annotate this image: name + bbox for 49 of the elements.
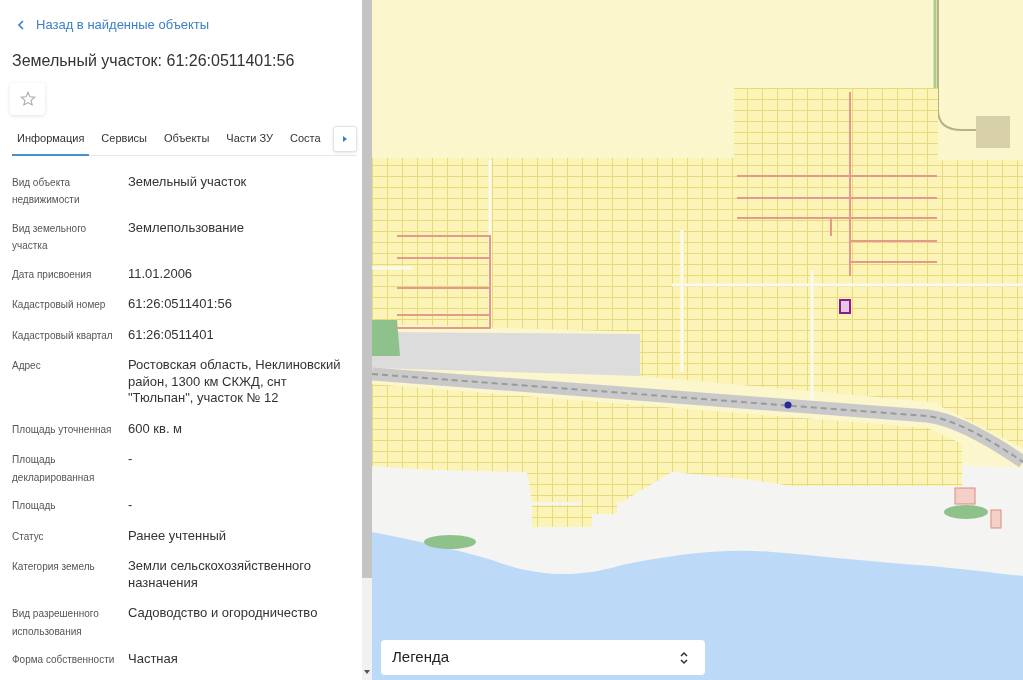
parcel-plot-icon: [954, 487, 976, 505]
property-label: Дата присвоения: [12, 267, 93, 282]
property-label: Вид земельного участка: [12, 221, 88, 253]
property-value: Ранее учтенный: [128, 527, 227, 545]
property-label: Площадь: [12, 499, 57, 513]
tab[interactable]: Части ЗУ: [221, 122, 278, 156]
parcel-outline-icon[interactable]: [839, 299, 851, 314]
page-title: Земельный участок: 61:26:0511401:56: [12, 50, 296, 71]
property-value: Садоводство и огородничество: [128, 605, 319, 622]
property-value: Ростовская область, Неклиновский район, 1300 км СКЖД, снт "Тюльпан", участок № 12: [128, 357, 342, 407]
property-value: 11.01.2006: [128, 265, 194, 283]
property-value: Частная: [128, 651, 179, 668]
property-label: Категория земель: [12, 560, 96, 574]
chevron-left-icon: [18, 19, 24, 30]
back-link[interactable]: Назад в найденные объекты: [18, 16, 210, 33]
property-value: Землепользование: [128, 219, 245, 237]
property-value: 61:26:0511401:56: [128, 296, 233, 313]
property-value: -: [128, 497, 134, 514]
caret-down-icon[interactable]: [364, 670, 370, 674]
property-label: Вид объекта недвижимости: [12, 175, 81, 207]
tab[interactable]: Информация: [12, 122, 90, 156]
property-value: 600 кв. м: [128, 420, 184, 438]
property-label: Форма собственности: [12, 653, 116, 667]
property-label: Площадь уточненная: [12, 422, 113, 437]
property-label: Вид разрешенного использования: [12, 607, 100, 639]
vegetation-patch: [424, 535, 476, 549]
property-label: Кадастровый квартал: [12, 328, 114, 343]
tab[interactable]: Объекты: [158, 122, 215, 156]
property-value: Земельный участок: [128, 173, 248, 191]
road-line: [372, 266, 412, 270]
tabs-scroll-button[interactable]: [333, 125, 357, 152]
property-label: Адрес: [12, 359, 42, 373]
building-block: [976, 116, 1010, 148]
chevron-up-down-icon: [680, 650, 688, 665]
property-value: Земли сельскохозяйственного назначения: [128, 558, 312, 592]
tab[interactable]: Сервисы: [96, 122, 152, 156]
property-label: Статус: [12, 529, 45, 544]
vegetation-patch: [944, 505, 988, 519]
parcel-plot-icon: [990, 509, 1002, 529]
property-value: 61:26:0511401: [128, 326, 215, 344]
legend-dropdown[interactable]: Легенда: [381, 640, 705, 675]
property-value: -: [128, 451, 134, 468]
favorite-button[interactable]: [10, 82, 45, 115]
vegetation-patch: [372, 320, 400, 356]
property-label: Площадь декларированная: [12, 453, 96, 485]
property-label: Кадастровый номер: [12, 298, 107, 312]
dot-icon: [784, 401, 792, 409]
tab[interactable]: Соста: [285, 122, 326, 156]
caret-right-icon: [343, 135, 347, 142]
